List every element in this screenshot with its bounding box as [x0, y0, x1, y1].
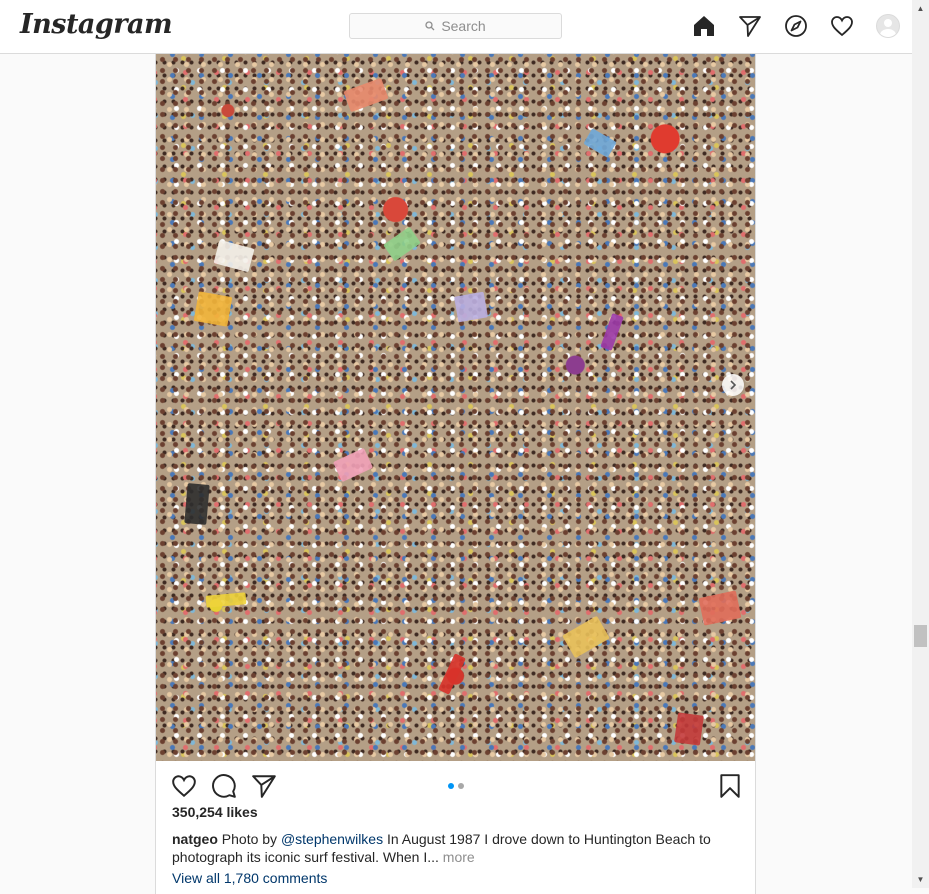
search-icon [425, 21, 435, 31]
photo-detail [600, 313, 624, 351]
caption-mention-link[interactable]: @stephenwilkes [281, 831, 383, 847]
carousel-dot [458, 783, 464, 789]
photo-detail [184, 483, 210, 525]
home-icon[interactable] [692, 14, 716, 38]
photo-detail [213, 239, 255, 273]
feed-post: 350,254 likes natgeo Photo by @stephenwi… [155, 54, 756, 894]
likes-count[interactable]: 350,254 likes [172, 804, 258, 820]
caption-more-link[interactable]: more [439, 849, 475, 865]
photo-detail [343, 77, 389, 113]
nav-icons [692, 14, 900, 38]
page-scrollbar[interactable]: ▲ ▼ [912, 0, 929, 888]
photo-detail [205, 592, 247, 608]
caption-username[interactable]: natgeo [172, 831, 218, 847]
photo-detail [453, 291, 489, 323]
view-all-comments-link[interactable]: View all 1,780 comments [172, 870, 327, 886]
save-bookmark-icon[interactable] [717, 773, 743, 799]
photo-detail [332, 447, 374, 483]
scroll-down-arrow-icon[interactable]: ▼ [912, 871, 929, 888]
like-heart-icon[interactable] [171, 773, 197, 799]
search-placeholder: Search [441, 18, 486, 34]
photo-detail [674, 712, 704, 746]
profile-avatar[interactable] [876, 14, 900, 38]
explore-icon[interactable] [784, 14, 808, 38]
photo-detail [562, 615, 610, 659]
comment-icon[interactable] [211, 773, 237, 799]
chevron-right-icon [730, 380, 737, 390]
carousel-dot-active [448, 783, 454, 789]
activity-heart-icon[interactable] [830, 14, 854, 38]
photo-detail [193, 291, 233, 327]
photo-detail [698, 590, 742, 626]
post-caption: natgeo Photo by @stephenwilkes In August… [172, 830, 742, 866]
carousel-indicator [448, 783, 464, 789]
direct-icon[interactable] [738, 14, 762, 38]
instagram-logo[interactable]: Instagram [20, 9, 173, 40]
top-navigation-bar: Instagram Search [0, 0, 912, 54]
post-photo[interactable] [156, 54, 755, 761]
share-icon[interactable] [251, 773, 277, 799]
search-input[interactable]: Search [349, 13, 562, 39]
photo-detail [383, 226, 421, 262]
scroll-up-arrow-icon[interactable]: ▲ [912, 0, 929, 17]
photo-detail [438, 653, 466, 695]
photo-detail [583, 128, 617, 158]
scrollbar-thumb[interactable] [914, 625, 927, 647]
caption-text-before: Photo by [217, 831, 281, 847]
carousel-next-button[interactable] [722, 374, 744, 396]
